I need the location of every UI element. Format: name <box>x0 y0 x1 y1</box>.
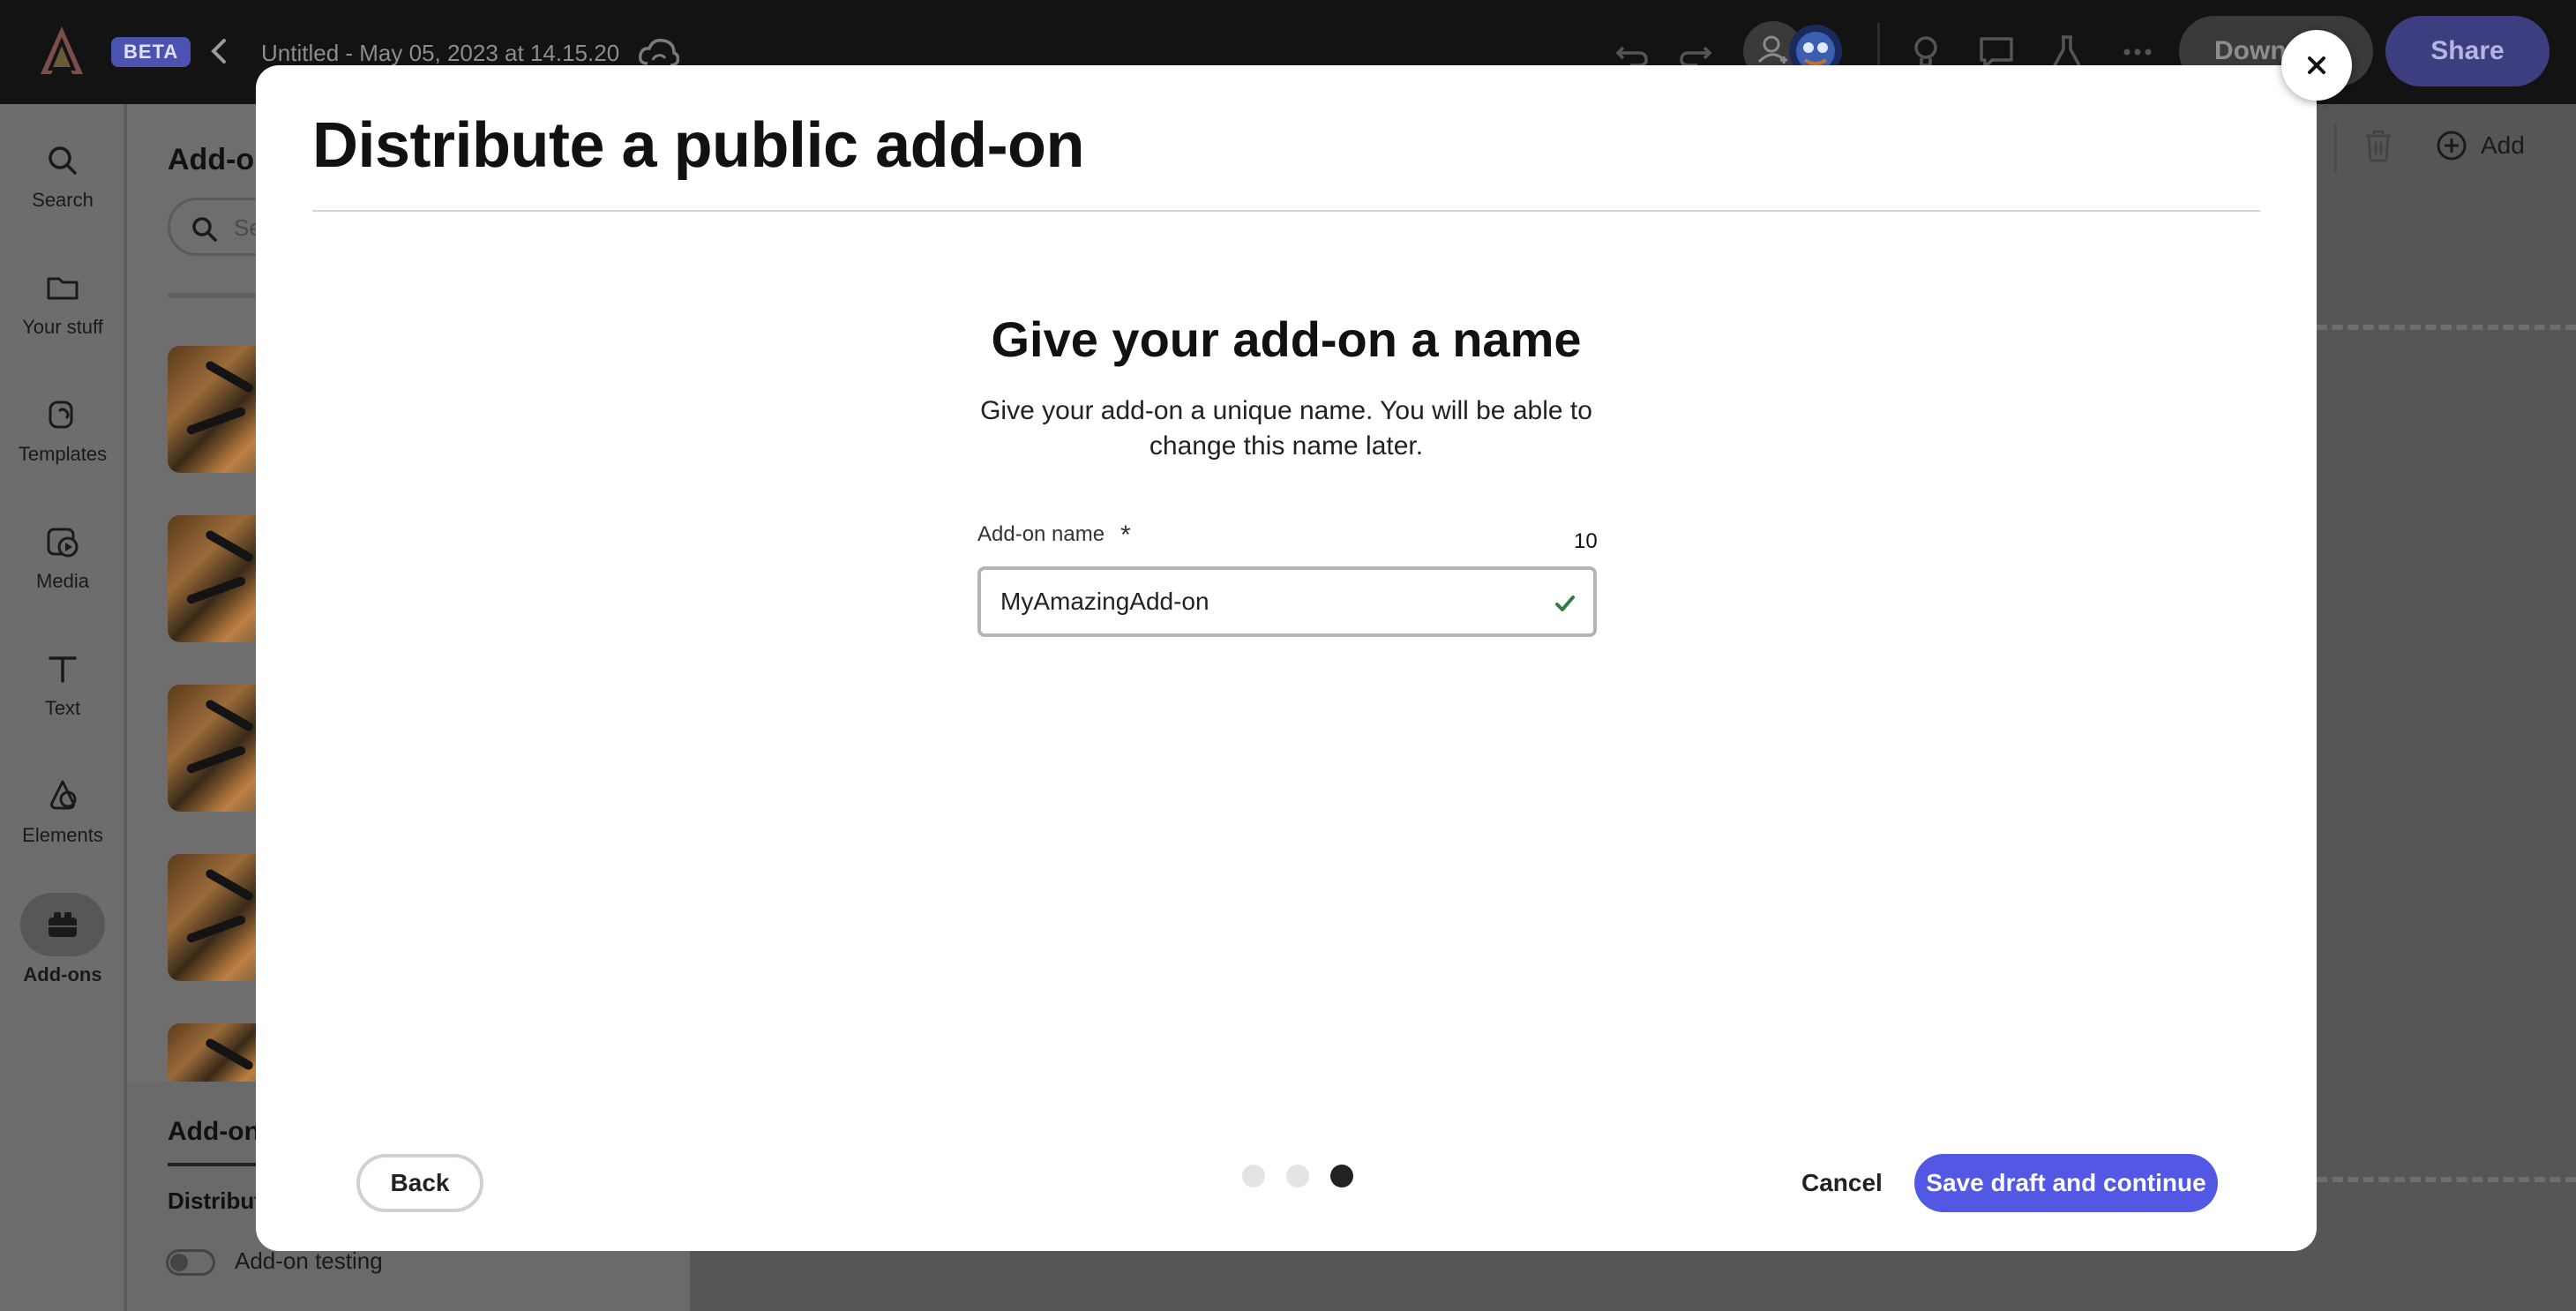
rail-item-label: Add-ons <box>23 963 102 985</box>
beta-badge: BETA <box>111 37 191 67</box>
canvas-toolbar-divider <box>2334 124 2337 173</box>
canvas-add-button[interactable]: Add <box>2435 129 2525 162</box>
plus-circle-icon <box>2437 131 2467 161</box>
add-on-name-label: Add-on name <box>977 522 1105 546</box>
rail-item-elements[interactable]: Elements <box>0 776 125 847</box>
rail-item-media[interactable]: Media <box>0 522 125 593</box>
checkmark-icon <box>1555 596 1575 611</box>
rail-item-add-ons[interactable]: Add-ons <box>0 893 125 986</box>
distribute-label[interactable]: Distribut <box>168 1187 262 1215</box>
required-marker: * <box>1120 521 1131 550</box>
character-count: 10 <box>1574 529 1598 553</box>
add-ons-icon <box>49 912 77 937</box>
step-dot-2 <box>1286 1165 1309 1187</box>
page-guide-line <box>2317 325 2576 330</box>
back-button[interactable]: Back <box>356 1154 483 1212</box>
section-title: Add-on <box>168 1117 260 1146</box>
step-indicator <box>1242 1165 1353 1187</box>
cancel-button[interactable]: Cancel <box>1787 1154 1897 1212</box>
step-heading: Give your add-on a name <box>991 311 1582 367</box>
search-icon <box>192 217 217 242</box>
search-icon <box>49 146 77 175</box>
modal-title: Distribute a public add-on <box>312 110 1085 181</box>
step-dot-3-current <box>1330 1165 1353 1187</box>
rail-item-label: Your stuff <box>22 316 103 338</box>
add-on-name-input[interactable] <box>1000 586 1530 618</box>
rail-item-templates[interactable]: Templates <box>0 395 125 466</box>
text-icon <box>49 656 77 683</box>
rail-item-label: Text <box>44 697 81 719</box>
tab-underline <box>168 1163 265 1166</box>
left-rail: Search Your stuff Templates Media Text E… <box>0 104 125 1311</box>
panel-title: Add-o <box>168 143 255 176</box>
media-icon <box>47 528 79 558</box>
distribute-add-on-modal: Distribute a public add-on Give your add… <box>256 65 2317 1251</box>
adobe-express-logo[interactable] <box>39 25 85 78</box>
add-label: Add <box>2481 131 2525 159</box>
share-button[interactable]: Share <box>2385 16 2550 86</box>
rail-item-label: Templates <box>18 443 108 465</box>
folder-icon <box>47 277 79 300</box>
add-on-testing-toggle[interactable] <box>166 1249 215 1276</box>
modal-divider <box>312 210 2260 212</box>
trash-icon[interactable] <box>2361 127 2396 166</box>
step-description: Give your add-on a unique name. You will… <box>980 396 1592 461</box>
elements-icon <box>50 780 77 810</box>
rail-item-search[interactable]: Search <box>0 141 125 212</box>
rail-item-label: Search <box>32 189 94 211</box>
add-ons-icon-wrap <box>20 893 105 956</box>
add-on-testing-label: Add-on testing <box>235 1247 383 1274</box>
close-icon <box>2308 56 2325 74</box>
save-draft-continue-button[interactable]: Save draft and continue <box>1914 1154 2218 1212</box>
rail-item-your-stuff[interactable]: Your stuff <box>0 268 125 339</box>
chevron-left-icon[interactable] <box>208 35 229 67</box>
step-dot-1 <box>1242 1165 1265 1187</box>
rail-item-text[interactable]: Text <box>0 649 125 720</box>
templates-icon <box>49 401 73 429</box>
page-guide-line <box>2317 1177 2576 1182</box>
close-modal-button[interactable] <box>2281 30 2352 101</box>
rail-item-label: Media <box>36 570 89 592</box>
rail-item-label: Elements <box>22 824 103 846</box>
add-on-name-field[interactable] <box>977 566 1597 637</box>
